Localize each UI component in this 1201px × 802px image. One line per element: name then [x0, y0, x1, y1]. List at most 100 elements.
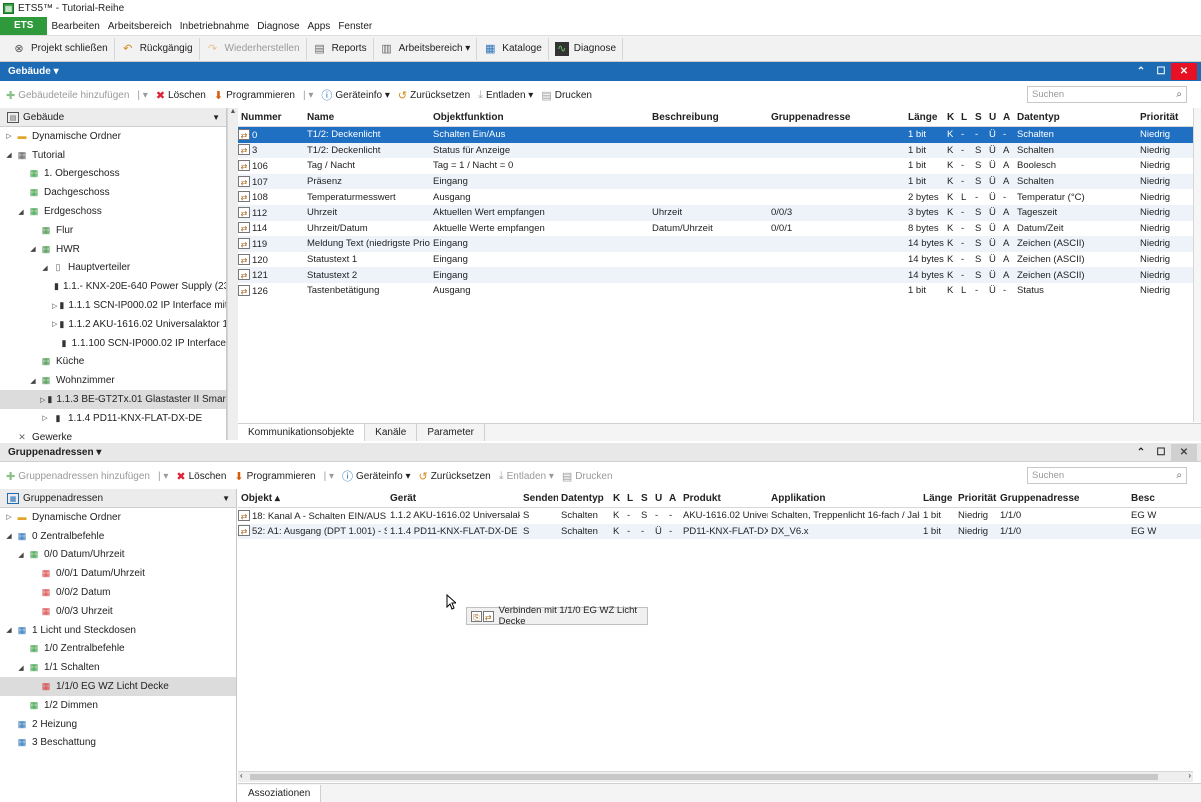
menu-bearbeiten[interactable]: Bearbeiten	[51, 21, 99, 32]
unload-button[interactable]: ⤓ Entladen ▾	[499, 470, 554, 483]
workspace-button[interactable]: ▥ Arbeitsbereich ▾	[374, 37, 478, 60]
tree-item[interactable]: ▦ Flur	[0, 221, 226, 240]
tree-item[interactable]: ◢ ▦ Erdgeschoss	[0, 202, 226, 221]
group-search-input[interactable]: Suchen ⌕	[1027, 467, 1187, 484]
tree-item[interactable]: ▦ 1/0 Zentralbefehle	[0, 640, 236, 659]
table-row[interactable]: ⇄ 108 Temperaturmesswert Ausgang 2 bytes K L - Ü…	[238, 189, 1193, 205]
menu-fenster[interactable]: Fenster	[338, 21, 372, 32]
chevron-up-icon[interactable]: ⌃	[1131, 447, 1151, 458]
undo-button[interactable]: ↶ Rückgängig	[115, 37, 200, 60]
table-row[interactable]: ⇄ 120 Statustext 1 Eingang 14 bytes K - S Ü A Zeic…	[238, 252, 1193, 268]
column-header-u[interactable]: Ü	[986, 112, 1000, 123]
tree-item[interactable]: ◢ ▯ Hauptverteiler	[0, 259, 226, 278]
column-header-a[interactable]: A	[666, 493, 680, 504]
column-header-priorita-t[interactable]: Priorität	[1137, 112, 1193, 123]
scrollbar-thumb[interactable]	[250, 774, 1158, 780]
chevron-up-icon[interactable]: ⌃	[1131, 66, 1151, 77]
column-header-applikation[interactable]: Applikation	[768, 493, 920, 504]
close-icon[interactable]: ✕	[1171, 63, 1197, 80]
column-header-datentyp[interactable]: Datentyp	[1014, 112, 1137, 123]
collapsed-arrow-icon[interactable]: ▷	[4, 513, 14, 521]
tree-item[interactable]: ◢ ▦ 0 Zentralbefehle	[0, 527, 236, 546]
column-header-objektfunktion[interactable]: Objektfunktion	[430, 112, 649, 123]
delete-button[interactable]: ✖ Löschen	[156, 89, 206, 102]
program-dropdown[interactable]: | ▾	[303, 90, 313, 101]
tab-kanaele[interactable]: Kanäle	[365, 424, 418, 441]
tree-item[interactable]: ▦ 0/0/1 Datum/Uhrzeit	[0, 564, 236, 583]
close-project-button[interactable]: ⊗ Projekt schließen	[6, 37, 115, 60]
table-row[interactable]: ⇄ 126 Tastenbetätigung Ausgang 1 bit K L - Ü - Sta…	[238, 283, 1193, 299]
column-header-name[interactable]: Name	[304, 112, 430, 123]
table-row[interactable]: ⇄ 112 Uhrzeit Aktuellen Wert empfangen Uhrze…	[238, 204, 1193, 221]
tree-item[interactable]: ▷ ▮ 1.1.3 BE-GT2Tx.01 Glastaster II Smart …	[0, 390, 226, 409]
column-header-senden[interactable]: Senden	[520, 493, 558, 504]
device-info-button[interactable]: ⓘ Geräteinfo ▾	[321, 87, 390, 103]
collapsed-arrow-icon[interactable]: ▷	[4, 132, 14, 140]
program-button[interactable]: ⬇ Programmieren	[234, 470, 315, 483]
tree-item[interactable]: ▦ 0/0/3 Uhrzeit	[0, 602, 236, 621]
table-row[interactable]: ⇄ 106 Tag / Nacht Tag = 1 / Nacht = 01 bit K…	[238, 158, 1193, 174]
catalogs-button[interactable]: ▦ Kataloge	[477, 37, 549, 60]
menu-inbetriebnahme[interactable]: Inbetriebnahme	[180, 21, 250, 32]
tree-item[interactable]: ✕ Gewerke	[0, 428, 226, 440]
tree-item[interactable]: ▷▮1.1.1 SCN-IP000.02 IP Interface mit E.…	[0, 296, 226, 315]
tree-item[interactable]: ▦ 0/0/2 Datum	[0, 583, 236, 602]
program-dropdown[interactable]: | ▾	[324, 471, 334, 482]
tree-item[interactable]: ▦ 1/2 Dimmen	[0, 696, 236, 715]
collapsed-arrow-icon[interactable]: ▷	[52, 320, 57, 328]
tree-item[interactable]: ▦ Dachgeschoss	[0, 183, 226, 202]
table-row[interactable]: ⇄ 3 T1/2: Deckenlicht Status für Anzeige 1 b…	[238, 142, 1193, 159]
column-header-objekt[interactable]: Objekt ▴	[238, 493, 387, 504]
column-header-a[interactable]: A	[1000, 112, 1014, 123]
tab-parameter[interactable]: Parameter	[417, 424, 485, 441]
collapsed-arrow-icon[interactable]: ▷	[52, 302, 57, 310]
tree-item[interactable]: ◢ ▦ 0/0 Datum/Uhrzeit	[0, 546, 236, 565]
table-row[interactable]: ⇄ 114 Uhrzeit/Datum Aktuelle Werte empfange…	[238, 221, 1193, 237]
associations-horizontal-scrollbar[interactable]: ‹ ›	[238, 771, 1193, 782]
buildings-tree-scrollbar[interactable]: ▲	[227, 108, 238, 440]
search-icon[interactable]: ⌕	[1176, 468, 1182, 483]
tab-kommunikationsobjekte[interactable]: Kommunikationsobjekte	[238, 424, 366, 441]
table-scrollbar[interactable]	[1193, 108, 1201, 422]
column-header-l[interactable]: L	[958, 112, 972, 123]
tree-item[interactable]: ◢ ▦ Wohnzimmer	[0, 371, 226, 390]
add-building-parts-button[interactable]: ✚ Gebäudeteile hinzufügen	[6, 89, 129, 102]
tree-item[interactable]: ▷ ▬ Dynamische Ordner	[0, 508, 236, 527]
tree-item[interactable]: ▷ ▬ Dynamische Ordner	[0, 127, 226, 146]
menu-diagnose[interactable]: Diagnose	[257, 21, 299, 32]
column-header-priorita-t[interactable]: Priorität	[955, 493, 997, 504]
tab-assoziationen[interactable]: Assoziationen	[238, 784, 322, 802]
column-header-nummer[interactable]: Nummer	[238, 112, 304, 123]
table-row[interactable]: ⇄52: A1: Ausgang (DPT 1.001) - Schal...1…	[238, 523, 1201, 540]
column-header-k[interactable]: K	[610, 493, 624, 504]
redo-button[interactable]: ↷ Wiederherstellen	[200, 37, 307, 60]
group-addresses-panel-title[interactable]: Gruppenadressen ▾	[8, 447, 101, 458]
reports-button[interactable]: ▤ Reports	[307, 37, 374, 60]
column-header-datentyp[interactable]: Datentyp	[558, 493, 610, 504]
tree-item[interactable]: ▦ 1/1/0 EG WZ Licht Decke	[0, 677, 236, 696]
tree-item[interactable]: ◢ ▦ 1/1 Schalten	[0, 658, 236, 677]
unload-button[interactable]: ⤓ Entladen ▾	[478, 89, 533, 102]
scroll-right-icon[interactable]: ›	[1188, 771, 1191, 780]
close-icon[interactable]: ✕	[1171, 444, 1197, 461]
tree-item[interactable]: ▦ 1. Obergeschoss	[0, 165, 226, 184]
maximize-icon[interactable]: ☐	[1151, 447, 1171, 458]
column-header-u[interactable]: Ü	[652, 493, 666, 504]
tree-item[interactable]: ▮ 1.1.- KNX-20E-640 Power Supply (230...	[0, 277, 226, 296]
column-header-la-nge[interactable]: Länge	[905, 112, 944, 123]
collapsed-arrow-icon[interactable]: ▷	[40, 414, 50, 422]
column-header-produkt[interactable]: Produkt	[680, 493, 768, 504]
column-header-s[interactable]: S	[972, 112, 986, 123]
collapsed-arrow-icon[interactable]: ▷	[40, 396, 45, 404]
tree-item[interactable]: ◢ ▦ 1 Licht und Steckdosen	[0, 621, 236, 640]
tree-item[interactable]: ◢ ▦ Tutorial	[0, 146, 226, 165]
tree-item[interactable]: ▷▮1.1.2 AKU-1616.02 Universalaktor 16-f.…	[0, 315, 226, 334]
column-header-beschreibung[interactable]: Beschreibung	[649, 112, 768, 123]
ets-menu-button[interactable]: ETS	[0, 17, 48, 35]
column-header-s[interactable]: S	[638, 493, 652, 504]
column-header-gruppenadresse[interactable]: Gruppenadresse	[768, 112, 905, 123]
column-header-gruppenadresse[interactable]: Gruppenadresse	[997, 493, 1128, 504]
column-header-k[interactable]: K	[944, 112, 958, 123]
table-row[interactable]: ⇄ 119 Meldung Text (niedrigste Prio... Eing…	[238, 236, 1193, 252]
buildings-panel-title[interactable]: Gebäude ▾	[8, 66, 59, 77]
